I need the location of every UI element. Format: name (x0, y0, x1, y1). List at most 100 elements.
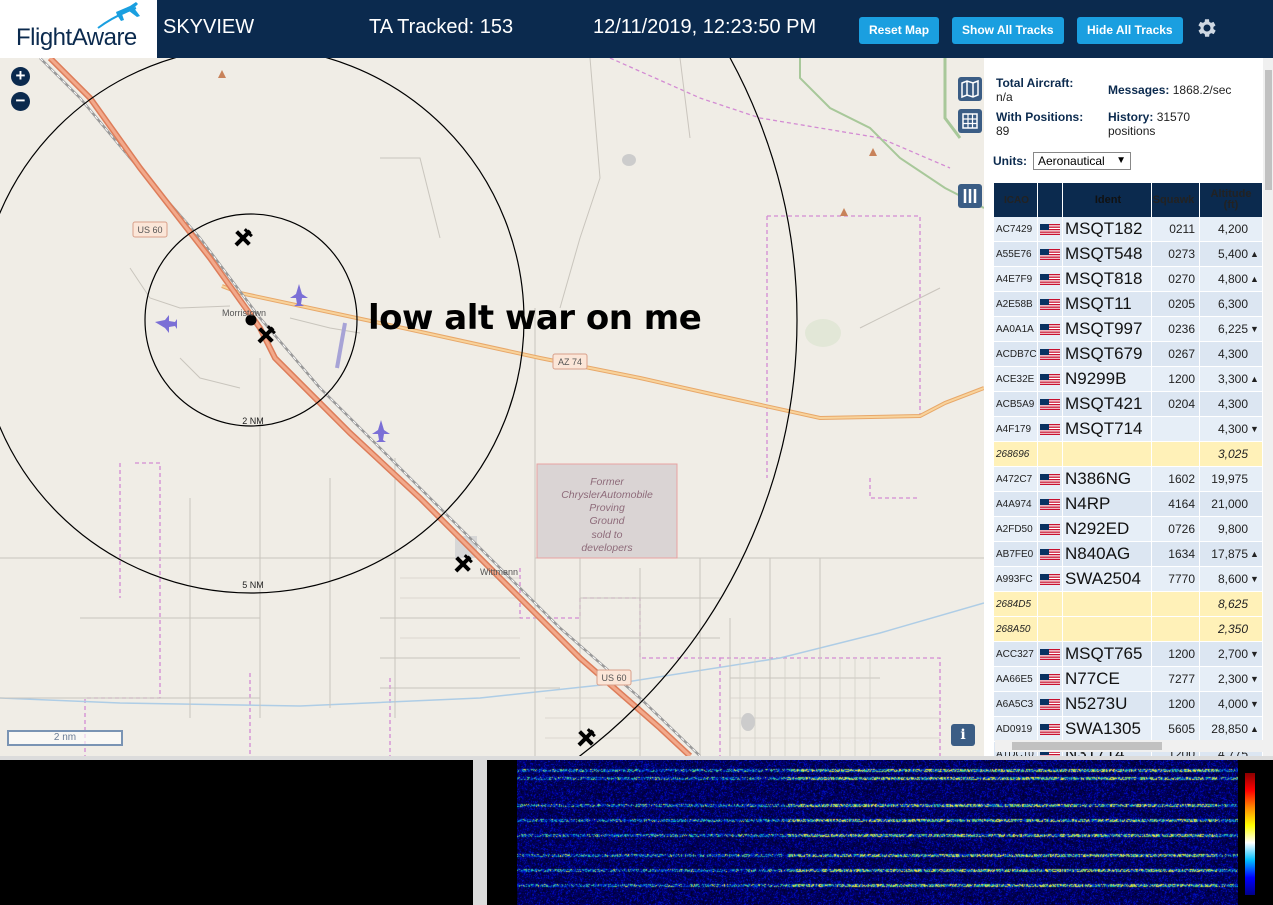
table-row[interactable]: AA66E5 N77CE 7277 2,300 ▼ (994, 667, 1262, 692)
col-flag[interactable] (1038, 183, 1063, 217)
table-row[interactable]: A472C7 N386NG 1602 19,975 (994, 467, 1262, 492)
logo[interactable]: FlightAware (0, 0, 157, 58)
altitude-value: 4,300 (1217, 347, 1248, 361)
zoom-out-button[interactable]: − (11, 92, 30, 111)
cell-icao: 268A50 (994, 617, 1038, 641)
table-row[interactable]: A993FC SWA2504 7770 8,600 ▼ (994, 567, 1262, 592)
cell-squawk: 7770 (1152, 567, 1200, 591)
dropdown-arrow-icon: ▼ (1116, 155, 1126, 166)
terrain-blob-3 (741, 713, 755, 731)
cell-flag (1038, 542, 1063, 566)
table-row[interactable]: A6A5C3 N5273U 1200 4,000 ▼ (994, 692, 1262, 717)
cell-flag (1038, 642, 1063, 666)
table-row[interactable]: ACDB7C MSQT679 0267 4,300 (994, 342, 1262, 367)
cell-squawk: 5605 (1152, 717, 1200, 741)
stat-positions-label: With Positions: (996, 110, 1084, 124)
stat-total-value: n/a (996, 90, 1013, 104)
cell-squawk: 7277 (1152, 667, 1200, 691)
units-label: Units: (993, 154, 1027, 168)
trend-arrow-icon: ▲ (1250, 724, 1259, 734)
units-select[interactable]: Aeronautical ▼ (1033, 152, 1131, 170)
info-button[interactable]: i (951, 724, 975, 746)
cell-squawk: 0267 (1152, 342, 1200, 366)
map-layers-button[interactable] (958, 77, 982, 101)
table-hscrollbar-thumb[interactable] (1012, 742, 1162, 750)
cell-ident: N840AG (1063, 542, 1152, 566)
gear-icon[interactable] (1194, 16, 1218, 40)
cell-altitude: 4,300 (1200, 342, 1262, 366)
svg-text:Proving: Proving (589, 502, 625, 514)
cell-icao: A472C7 (994, 467, 1038, 491)
table-row[interactable]: A2E58B MSQT11 0205 6,300 (994, 292, 1262, 317)
cell-ident: MSQT997 (1063, 317, 1152, 341)
map-icon (961, 79, 979, 99)
table-row[interactable]: A55E76 MSQT548 0273 5,400 ▲ (994, 242, 1262, 267)
map-canvas[interactable]: US 60 AZ 74 US 60 Morristown Wittmann 2 … (0, 58, 984, 756)
table-row[interactable]: ACB5A9 MSQT421 0204 4,300 (994, 392, 1262, 417)
cell-flag (1038, 617, 1063, 641)
ring-label-2nm: 2 NM (242, 416, 264, 426)
table-row[interactable]: AC7429 MSQT182 0211 4,200 (994, 217, 1262, 242)
cell-squawk: 1200 (1152, 367, 1200, 391)
cell-altitude: 4,300 (1200, 392, 1262, 416)
cell-ident: N9299B (1063, 367, 1152, 391)
zoom-in-button[interactable]: + (11, 67, 30, 86)
col-altitude[interactable]: Altitude (ft) (1200, 183, 1262, 217)
altitude-value: 3,025 (1217, 447, 1248, 461)
altitude-value: 9,800 (1217, 522, 1248, 536)
cell-ident: N77CE (1063, 667, 1152, 691)
az74-label: AZ 74 (558, 357, 582, 367)
cell-icao: A4E7F9 (994, 267, 1038, 291)
cell-squawk (1152, 617, 1200, 641)
table-header: ICAO Ident Squawk Altitude (ft) (994, 183, 1262, 217)
column-toggle-button[interactable] (958, 184, 982, 208)
table-row[interactable]: A2FD50 N292ED 0726 9,800 (994, 517, 1262, 542)
cell-squawk: 1200 (1152, 692, 1200, 716)
table-row[interactable]: AB7FE0 N840AG 1634 17,875 ▲ (994, 542, 1262, 567)
svg-text:Former: Former (590, 476, 624, 488)
table-body: AC7429 MSQT182 0211 4,200 A55E76 MSQT548 0273 5… (994, 217, 1262, 756)
table-row[interactable]: A4F179 MSQT714 4,300 ▼ (994, 417, 1262, 442)
cell-icao: AD0919 (994, 717, 1038, 741)
cell-ident (1063, 442, 1152, 466)
trend-arrow-icon: ▼ (1250, 699, 1259, 709)
col-ident[interactable]: Ident (1063, 183, 1152, 217)
cell-icao: A2E58B (994, 292, 1038, 316)
table-row[interactable]: AD0919 SWA1305 5605 28,850 ▲ (994, 717, 1262, 742)
map-view[interactable]: US 60 AZ 74 US 60 Morristown Wittmann 2 … (0, 58, 984, 756)
annotation-text: low alt war on me (368, 298, 702, 338)
cell-flag (1038, 492, 1063, 516)
table-row[interactable]: AA0A1A MSQT997 0236 6,225 ▼ (994, 317, 1262, 342)
grid-toggle-button[interactable] (958, 109, 982, 133)
trend-arrow-icon: ▼ (1250, 649, 1259, 659)
table-row[interactable]: 2684D5 8,625 (994, 592, 1262, 617)
cell-icao: A993FC (994, 567, 1038, 591)
cell-altitude: 6,225 ▼ (1200, 317, 1262, 341)
table-row[interactable]: 268A50 2,350 (994, 617, 1262, 642)
hide-all-tracks-button[interactable]: Hide All Tracks (1077, 17, 1183, 44)
us60-label-north: US 60 (137, 225, 162, 235)
col-icao[interactable]: ICAO (994, 183, 1038, 217)
table-row[interactable]: A4E7F9 MSQT818 0270 4,800 ▲ (994, 267, 1262, 292)
altitude-value: 5,400 (1217, 247, 1248, 261)
cell-flag (1038, 667, 1063, 691)
cell-ident: N386NG (1063, 467, 1152, 491)
panel-scrollbar-thumb[interactable] (1265, 70, 1272, 190)
cell-altitude: 2,350 (1200, 617, 1262, 641)
reset-map-button[interactable]: Reset Map (859, 17, 940, 44)
cell-ident: MSQT548 (1063, 242, 1152, 266)
show-all-tracks-button[interactable]: Show All Tracks (952, 17, 1064, 44)
table-row[interactable]: 268696 3,025 (994, 442, 1262, 467)
cell-squawk (1152, 442, 1200, 466)
cell-icao: AC7429 (994, 217, 1038, 241)
cell-ident: MSQT421 (1063, 392, 1152, 416)
table-row[interactable]: ACC327 MSQT765 1200 2,700 ▼ (994, 642, 1262, 667)
table-row[interactable]: ACE32E N9299B 1200 3,300 ▲ (994, 367, 1262, 392)
table-row[interactable]: A4A974 N4RP 4164 21,000 (994, 492, 1262, 517)
svg-text:ChryslerAutomobile: ChryslerAutomobile (561, 489, 653, 501)
cell-icao: ACC327 (994, 642, 1038, 666)
cell-flag (1038, 592, 1063, 616)
cell-squawk: 0273 (1152, 242, 1200, 266)
col-squawk[interactable]: Squawk (1152, 183, 1200, 217)
stat-messages: Messages: 1868.2/sec (1108, 83, 1231, 97)
